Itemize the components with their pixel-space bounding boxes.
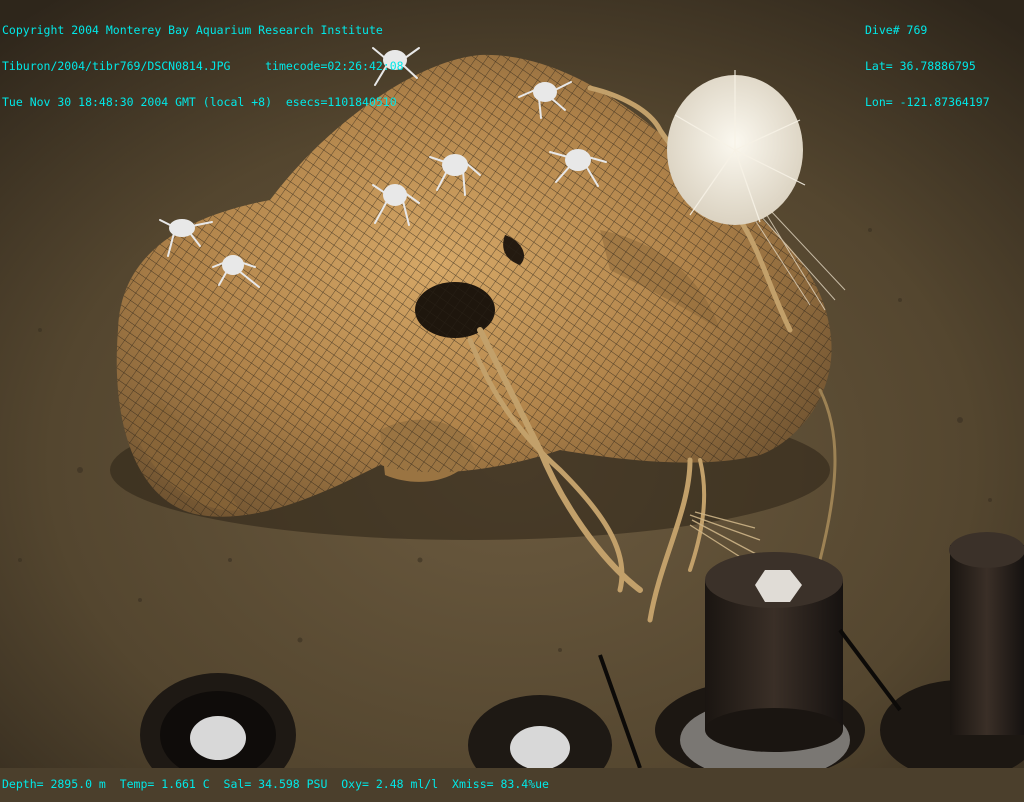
longitude: Lon= -121.87364197 [865,95,990,109]
video-overlay-top-left: Copyright 2004 Monterey Bay Aquarium Res… [2,0,404,120]
latitude: Lat= 36.78886795 [865,59,976,73]
copyright-line: Copyright 2004 Monterey Bay Aquarium Res… [2,23,383,37]
datetime-line: Tue Nov 30 18:48:30 2004 GMT (local +8) … [2,95,397,109]
video-overlay-bottom: Depth= 2895.0 m Temp= 1.661 C Sal= 34.59… [2,754,549,802]
video-overlay-top-right: Dive# 769 Lat= 36.78886795 Lon= -121.873… [865,0,990,120]
dive-number: Dive# 769 [865,23,928,37]
sensor-readout: Depth= 2895.0 m Temp= 1.661 C Sal= 34.59… [2,777,549,791]
file-timecode-line: Tiburon/2004/tibr769/DSCN0814.JPG timeco… [2,59,404,73]
